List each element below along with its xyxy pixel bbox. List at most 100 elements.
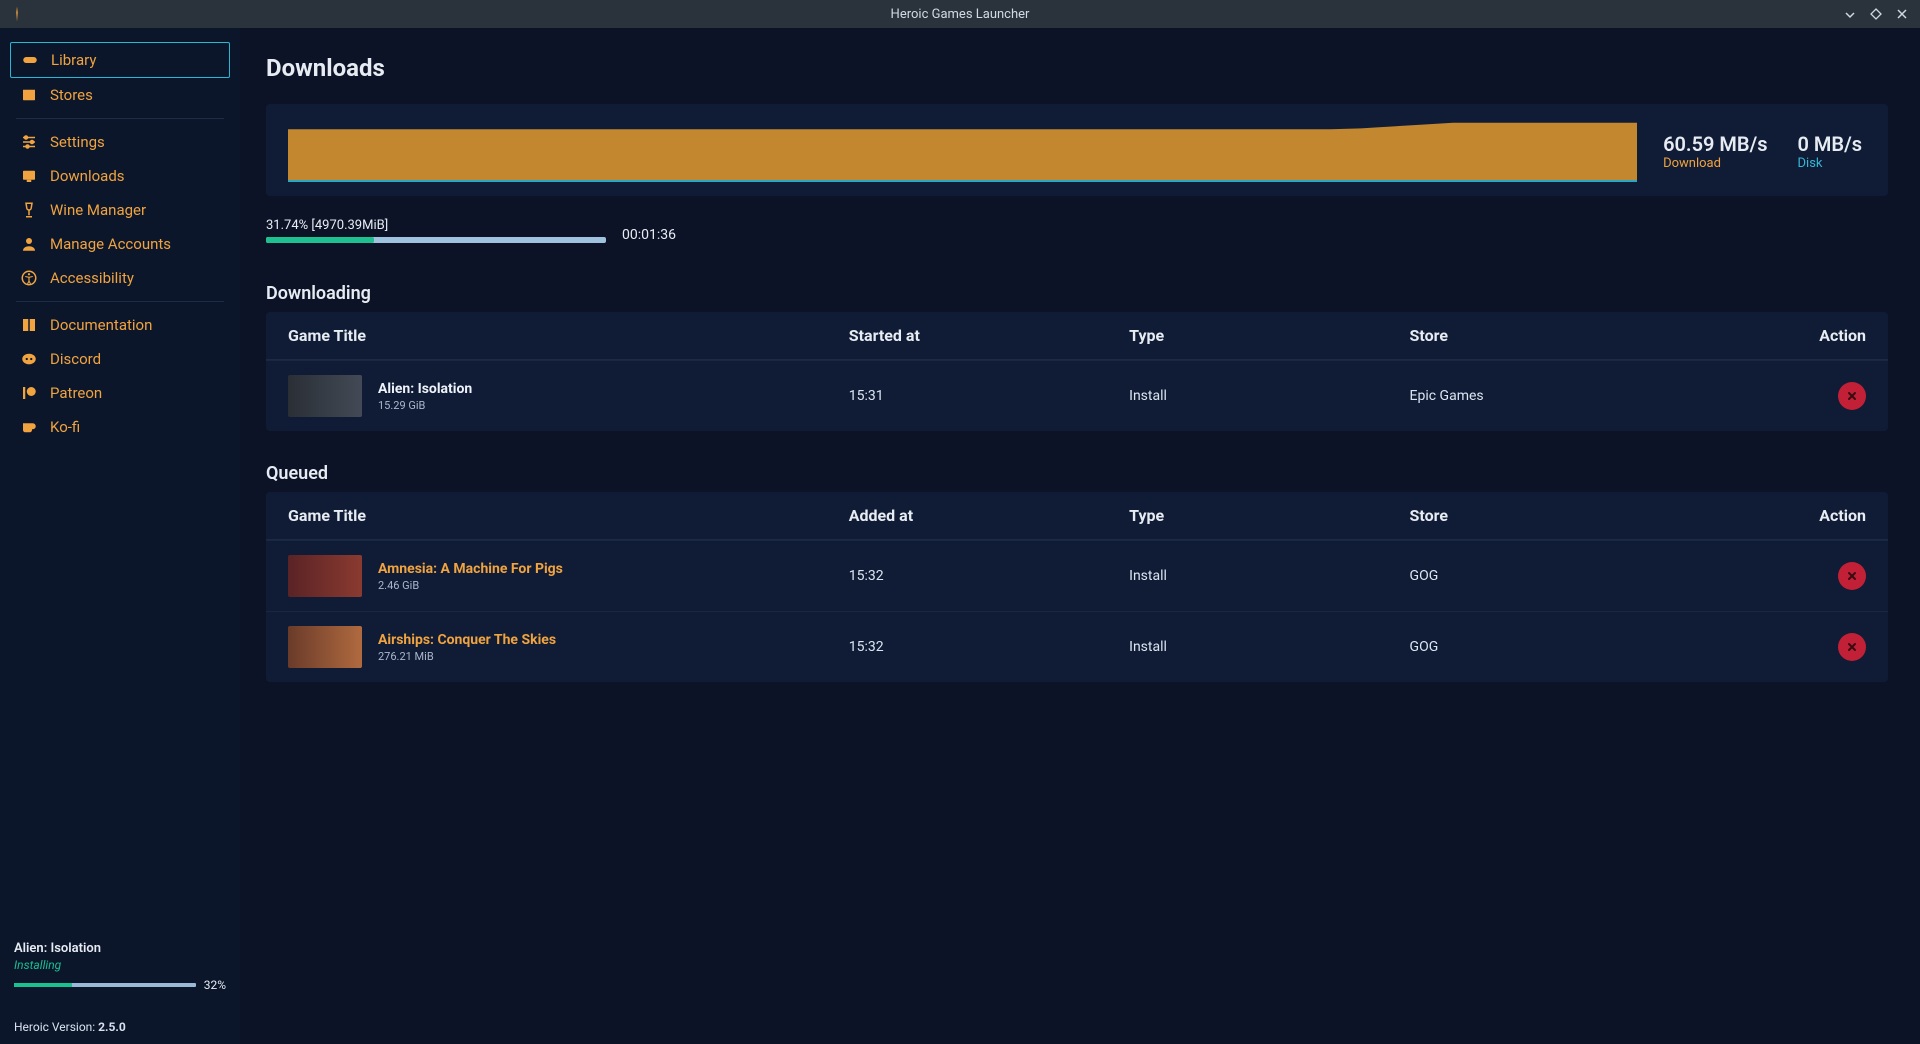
sidebar-item-label: Manage Accounts — [50, 235, 171, 253]
accessibility-icon — [20, 269, 38, 287]
row-action — [1746, 633, 1866, 661]
queued-header: Game Title Added at Type Store Action — [266, 492, 1888, 540]
row-time: 15:32 — [849, 639, 1129, 655]
game-name: Amnesia: A Machine For Pigs — [378, 561, 563, 577]
sidebar-item-downloads[interactable]: Downloads — [10, 159, 230, 193]
footer-version: Heroic Version: 2.5.0 — [14, 1020, 226, 1034]
section-title-downloading: Downloading — [266, 283, 1888, 304]
table-row[interactable]: Amnesia: A Machine For Pigs 2.46 GiB 15:32… — [266, 540, 1888, 611]
downloading-table: Game Title Started at Type Store Action … — [266, 312, 1888, 431]
row-time: 15:31 — [849, 388, 1129, 404]
col-type: Type — [1129, 506, 1409, 525]
progress-bar — [266, 237, 606, 243]
section-title-queued: Queued — [266, 463, 1888, 484]
sidebar-item-label: Stores — [50, 86, 93, 104]
sidebar-item-label: Settings — [50, 133, 105, 151]
col-action: Action — [1746, 326, 1866, 345]
sidebar-footer: Alien: Isolation Installing 32% Heroic V… — [0, 929, 240, 1044]
download-speed-label: Download — [1663, 156, 1767, 171]
game-cell: Airships: Conquer The Skies 276.21 MiB — [288, 626, 849, 668]
sidebar-item-label: Wine Manager — [50, 201, 146, 219]
wine-icon — [20, 201, 38, 219]
row-time: 15:32 — [849, 568, 1129, 584]
game-size: 2.46 GiB — [378, 579, 563, 592]
cancel-button[interactable] — [1838, 633, 1866, 661]
row-type: Install — [1129, 639, 1409, 655]
col-store: Store — [1410, 506, 1746, 525]
footer-progress-fill — [14, 983, 72, 987]
progress-text: 31.74% [4970.39MiB] — [266, 218, 606, 233]
footer-game-name[interactable]: Alien: Isolation — [14, 941, 226, 956]
table-row[interactable]: Airships: Conquer The Skies 276.21 MiB 15:… — [266, 611, 1888, 682]
row-type: Install — [1129, 568, 1409, 584]
user-icon — [20, 235, 38, 253]
col-action: Action — [1746, 506, 1866, 525]
col-added-at: Added at — [849, 506, 1129, 525]
row-action — [1746, 562, 1866, 590]
window-title: Heroic Games Launcher — [891, 7, 1030, 22]
col-game-title: Game Title — [288, 506, 849, 525]
downloading-header: Game Title Started at Type Store Action — [266, 312, 1888, 360]
footer-install-status: Installing — [14, 958, 226, 972]
col-type: Type — [1129, 326, 1409, 345]
kofi-icon — [20, 418, 38, 436]
sidebar-item-wine-manager[interactable]: Wine Manager — [10, 193, 230, 227]
progress-bar-fill — [266, 237, 374, 243]
sidebar-item-documentation[interactable]: Documentation — [10, 308, 230, 342]
footer-progress-percent: 32% — [204, 978, 226, 992]
row-action — [1746, 382, 1866, 410]
download-speed-value: 60.59 MB/s — [1663, 132, 1767, 156]
col-game-title: Game Title — [288, 326, 849, 345]
speed-chart — [288, 120, 1637, 182]
row-store: GOG — [1410, 639, 1746, 655]
game-thumbnail — [288, 555, 362, 597]
game-thumbnail — [288, 626, 362, 668]
col-store: Store — [1410, 326, 1746, 345]
sidebar-item-accessibility[interactable]: Accessibility — [10, 261, 230, 295]
window-controls — [1844, 8, 1920, 20]
game-name: Alien: Isolation — [378, 381, 472, 397]
sidebar-item-label: Ko-fi — [50, 418, 80, 436]
sidebar-item-manage-accounts[interactable]: Manage Accounts — [10, 227, 230, 261]
sidebar-item-library[interactable]: Library — [10, 42, 230, 78]
speed-stats: 60.59 MB/s Download 0 MB/s Disk — [1663, 120, 1866, 182]
sidebar-item-label: Patreon — [50, 384, 102, 402]
progress-eta: 00:01:36 — [622, 227, 676, 243]
main-content: Downloads 60.59 MB/s Download 0 MB/s Dis… — [240, 28, 1920, 1044]
overall-progress: 31.74% [4970.39MiB] 00:01:36 — [266, 218, 1888, 243]
game-name: Airships: Conquer The Skies — [378, 632, 556, 648]
patreon-icon — [20, 384, 38, 402]
gamepad-icon — [21, 51, 39, 69]
game-size: 276.21 MiB — [378, 650, 556, 663]
sidebar-item-patreon[interactable]: Patreon — [10, 376, 230, 410]
queued-table: Game Title Added at Type Store Action Am… — [266, 492, 1888, 682]
titlebar: Heroic Games Launcher — [0, 0, 1920, 28]
sidebar-item-label: Accessibility — [50, 269, 134, 287]
store-icon — [20, 86, 38, 104]
game-thumbnail — [288, 375, 362, 417]
stat-disk: 0 MB/s Disk — [1798, 132, 1862, 171]
close-icon[interactable] — [1896, 8, 1908, 20]
minimize-icon[interactable] — [1844, 8, 1856, 20]
cancel-button[interactable] — [1838, 382, 1866, 410]
page-title: Downloads — [266, 54, 1888, 82]
cancel-button[interactable] — [1838, 562, 1866, 590]
download-icon — [20, 167, 38, 185]
table-row[interactable]: Alien: Isolation 15.29 GiB 15:31InstallEpi… — [266, 360, 1888, 431]
sidebar-item-kofi[interactable]: Ko-fi — [10, 410, 230, 444]
speed-panel: 60.59 MB/s Download 0 MB/s Disk — [266, 104, 1888, 196]
col-started-at: Started at — [849, 326, 1129, 345]
sidebar-item-settings[interactable]: Settings — [10, 125, 230, 159]
sidebar-item-discord[interactable]: Discord — [10, 342, 230, 376]
book-icon — [20, 316, 38, 334]
footer-progress-bar — [14, 983, 196, 987]
row-type: Install — [1129, 388, 1409, 404]
row-store: Epic Games — [1410, 388, 1746, 404]
sidebar-item-label: Documentation — [50, 316, 152, 334]
maximize-icon[interactable] — [1870, 8, 1882, 20]
sidebar-item-stores[interactable]: Stores — [10, 78, 230, 112]
game-cell: Alien: Isolation 15.29 GiB — [288, 375, 849, 417]
discord-icon — [20, 350, 38, 368]
game-size: 15.29 GiB — [378, 399, 472, 412]
disk-speed-value: 0 MB/s — [1798, 132, 1862, 156]
